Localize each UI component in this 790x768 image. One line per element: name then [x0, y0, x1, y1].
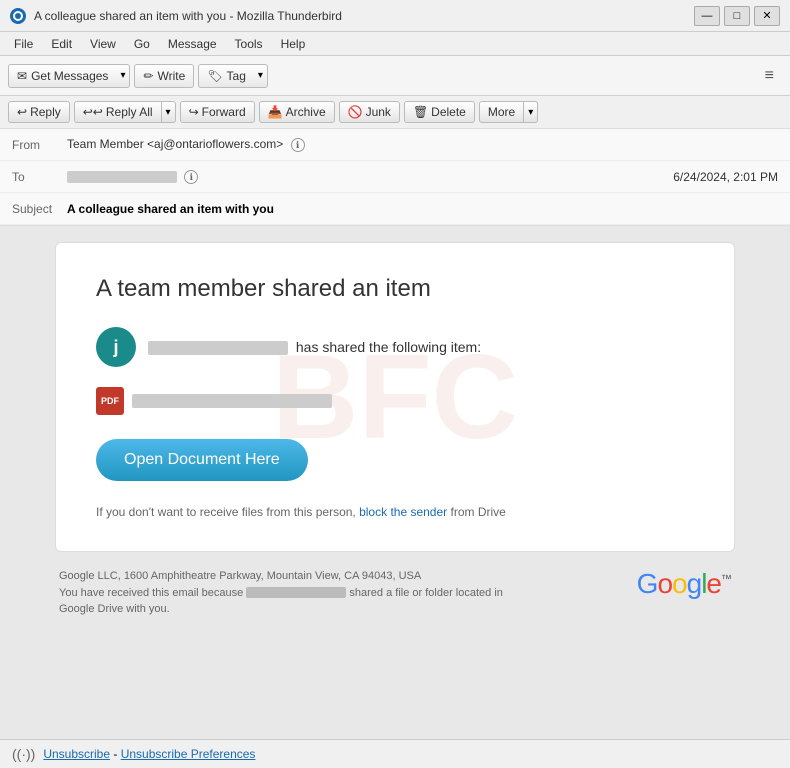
reply-all-dropdown-btn[interactable]: ▾ [162, 101, 176, 123]
google-logo: Google™ [637, 568, 731, 600]
to-row: To ℹ 6/24/2024, 2:01 PM [0, 161, 790, 193]
sender-row: j has shared the following item: [96, 327, 694, 367]
close-btn[interactable]: ✕ [754, 6, 780, 26]
window-title: A colleague shared an item with you - Mo… [34, 9, 342, 23]
subject-row: Subject A colleague shared an item with … [0, 193, 790, 225]
reply-all-icon: ↩↩ [83, 105, 103, 119]
subject-value: A colleague shared an item with you [67, 202, 274, 216]
thunderbird-icon [10, 8, 26, 24]
tag-btn[interactable]: 🏷 Tag [198, 64, 254, 88]
menu-bar: File Edit View Go Message Tools Help [0, 32, 790, 56]
minimize-btn[interactable]: — [694, 6, 720, 26]
footer-note: If you don't want to receive files from … [96, 505, 694, 519]
delete-icon: 🗑 [413, 105, 428, 119]
archive-icon: 📥 [268, 105, 283, 119]
google-notice: You have received this email because sha… [59, 585, 519, 618]
from-value: Team Member <aj@ontarioflowers.com> ℹ [67, 137, 778, 153]
title-bar-left: A colleague shared an item with you - Mo… [10, 8, 342, 24]
menu-go[interactable]: Go [126, 35, 158, 53]
menu-message[interactable]: Message [160, 35, 225, 53]
to-contact-icon[interactable]: ℹ [184, 170, 198, 184]
reply-btn[interactable]: ↩ Reply [8, 101, 70, 123]
unsubscribe-link[interactable]: Unsubscribe [43, 747, 110, 761]
hamburger-menu-btn[interactable]: ≡ [757, 63, 782, 89]
reply-all-btn[interactable]: ↩↩ Reply All [74, 101, 162, 123]
google-footer: Google LLC, 1600 Amphitheatre Parkway, M… [59, 568, 731, 618]
pencil-icon: ✏ [143, 69, 153, 83]
toolbar: ✉ Get Messages ▾ ✏ Write 🏷 Tag ▾ ≡ [0, 56, 790, 96]
main-content: BFC A team member shared an item j has s… [0, 226, 790, 739]
from-label: From [12, 138, 67, 152]
card-title: A team member shared an item [96, 275, 694, 303]
pdf-icon: PDF [96, 387, 124, 415]
menu-edit[interactable]: Edit [43, 35, 80, 53]
signal-strength-icon: ((·)) [12, 746, 35, 762]
below-card: Google LLC, 1600 Amphitheatre Parkway, M… [55, 568, 735, 618]
subject-label: Subject [12, 202, 67, 216]
from-row: From Team Member <aj@ontarioflowers.com>… [0, 129, 790, 161]
title-bar-controls: — □ ✕ [694, 6, 780, 26]
reply-all-group: ↩↩ Reply All ▾ [74, 101, 176, 123]
link-separator: - [113, 747, 120, 761]
get-messages-btn[interactable]: ✉ Get Messages [8, 64, 116, 88]
sender-avatar: j [96, 327, 136, 367]
email-header: From Team Member <aj@ontarioflowers.com>… [0, 129, 790, 226]
email-card-content: A team member shared an item j has share… [96, 275, 694, 519]
forward-btn[interactable]: ↪ Forward [180, 101, 255, 123]
get-messages-dropdown-btn[interactable]: ▾ [116, 64, 130, 88]
google-address: Google LLC, 1600 Amphitheatre Parkway, M… [59, 568, 519, 585]
to-label: To [12, 170, 67, 184]
menu-help[interactable]: Help [273, 35, 314, 53]
bottom-bar: ((·)) Unsubscribe - Unsubscribe Preferen… [0, 739, 790, 768]
sender-info: has shared the following item: [148, 339, 481, 355]
maximize-btn[interactable]: □ [724, 6, 750, 26]
archive-btn[interactable]: 📥 Archive [259, 101, 335, 123]
forward-icon: ↪ [189, 105, 199, 119]
more-btn[interactable]: More [479, 101, 524, 123]
more-group: More ▾ [479, 101, 538, 123]
tag-dropdown-btn[interactable]: ▾ [254, 64, 268, 88]
to-value: ℹ [67, 169, 673, 185]
shared-text: has shared the following item: [296, 339, 481, 355]
reply-icon: ↩ [17, 105, 27, 119]
more-dropdown-btn[interactable]: ▾ [524, 101, 538, 123]
sender-email-blurred [148, 341, 288, 355]
tag-icon: 🏷 [207, 69, 222, 83]
tag-group: 🏷 Tag ▾ [198, 64, 268, 88]
google-footer-text: Google LLC, 1600 Amphitheatre Parkway, M… [59, 568, 519, 618]
title-bar: A colleague shared an item with you - Mo… [0, 0, 790, 32]
contact-info-icon[interactable]: ℹ [291, 138, 305, 152]
get-messages-group: ✉ Get Messages ▾ [8, 64, 130, 88]
unsubscribe-prefs-link[interactable]: Unsubscribe Preferences [121, 747, 256, 761]
unsubscribe-links: Unsubscribe - Unsubscribe Preferences [43, 747, 255, 761]
email-date: 6/24/2024, 2:01 PM [673, 170, 778, 184]
block-sender-link[interactable]: block the sender [359, 505, 447, 519]
email-card: BFC A team member shared an item j has s… [55, 242, 735, 552]
to-address-blurred [67, 171, 177, 183]
email-actions-bar: ↩ Reply ↩↩ Reply All ▾ ↪ Forward 📥 Archi… [0, 96, 790, 129]
file-name-blurred [132, 394, 332, 408]
menu-file[interactable]: File [6, 35, 41, 53]
junk-icon: 🚫 [348, 105, 363, 119]
menu-tools[interactable]: Tools [227, 35, 271, 53]
file-row: PDF [96, 387, 694, 415]
envelope-icon: ✉ [17, 69, 27, 83]
junk-btn[interactable]: 🚫 Junk [339, 101, 400, 123]
open-document-btn[interactable]: Open Document Here [96, 439, 308, 481]
delete-btn[interactable]: 🗑 Delete [404, 101, 475, 123]
recipient-blurred [246, 587, 346, 598]
menu-view[interactable]: View [82, 35, 124, 53]
write-btn[interactable]: ✏ Write [134, 64, 194, 88]
